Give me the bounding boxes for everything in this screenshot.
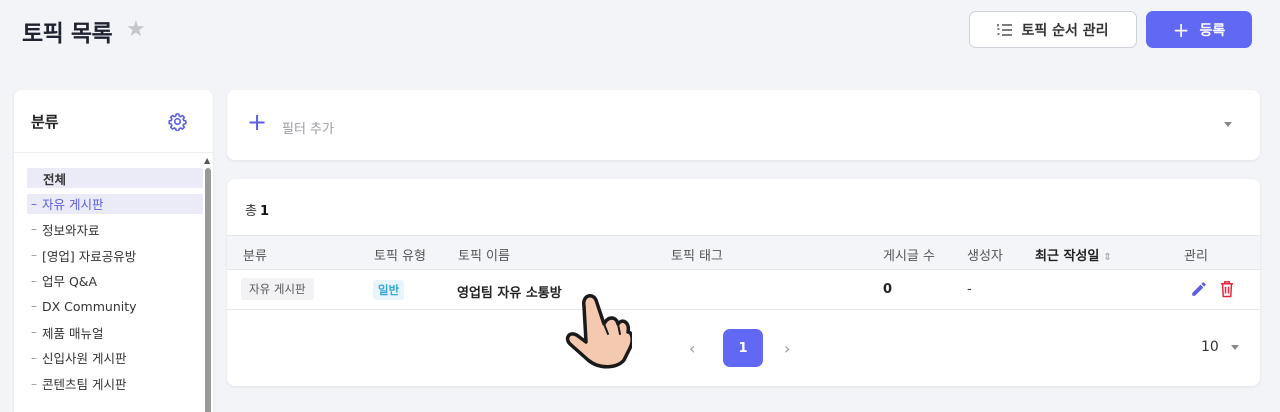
page-size-select[interactable]: 10 [1201, 339, 1239, 355]
delete-icon[interactable] [1219, 280, 1235, 298]
type-badge: 일반 [373, 280, 405, 300]
sidebar-item-sales-share[interactable]: – [영업] 자료공유방 [27, 245, 203, 265]
sidebar-item-label: DX Community [42, 298, 137, 314]
chevron-down-icon [1230, 344, 1239, 350]
list-order-icon [997, 23, 1013, 36]
gear-icon[interactable] [168, 112, 187, 131]
prev-page-icon[interactable]: ‹ [689, 339, 695, 358]
hand-pointer-icon [565, 294, 632, 369]
scroll-up-icon[interactable]: ▲ [204, 156, 210, 165]
add-filter-icon[interactable]: + [247, 110, 267, 134]
sidebar-header: 분류 [14, 90, 213, 153]
sidebar-item-all[interactable]: 전체 [27, 168, 203, 188]
column-category: 분류 [243, 249, 267, 264]
sidebar-item-free-board[interactable]: – 자유 게시판 [27, 193, 203, 214]
sidebar-item-label: 전체 [43, 171, 67, 187]
sidebar-item-qna[interactable]: – 업무 Q&A [27, 271, 203, 291]
topic-order-button[interactable]: 토픽 순서 관리 [969, 11, 1137, 48]
sidebar-title: 분류 [31, 112, 59, 131]
next-page-icon[interactable]: › [784, 339, 790, 358]
sidebar-item-manual[interactable]: – 제품 매뉴얼 [27, 322, 203, 342]
column-manage: 관리 [1184, 249, 1208, 264]
add-button[interactable]: + 등록 [1146, 11, 1252, 48]
sidebar-item-label: [영업] 자료공유방 [42, 248, 137, 264]
filter-panel: + 필터 추가 [227, 90, 1260, 160]
sort-icon[interactable]: ⇕ [1103, 252, 1111, 263]
table-header: 분류 토픽 유형 토픽 이름 토픽 태그 게시글 수 생성자 최근 작성일 ⇕ 관… [227, 235, 1260, 270]
sidebar-item-newcomer[interactable]: – 신입사원 게시판 [27, 348, 203, 368]
topic-table-panel: 총1 분류 토픽 유형 토픽 이름 토픽 태그 게시글 수 생성자 최근 작성일… [227, 179, 1260, 386]
sidebar-scrollbar[interactable]: ▲ [203, 155, 213, 412]
sidebar-item-dx-community[interactable]: – DX Community [27, 296, 203, 316]
column-type: 토픽 유형 [374, 249, 426, 264]
column-last-posted[interactable]: 최근 작성일 ⇕ [1035, 245, 1112, 264]
category-chip: 자유 게시판 [241, 278, 314, 300]
sidebar-item-label: 콘텐츠팀 게시판 [42, 377, 127, 392]
topic-order-label: 토픽 순서 관리 [1021, 22, 1109, 39]
sidebar-item-content-team[interactable]: – 콘텐츠팀 게시판 [27, 374, 203, 394]
scroll-thumb[interactable] [205, 168, 211, 412]
column-creator: 생성자 [967, 249, 1003, 264]
category-list: 전체 – 자유 게시판 – 정보와자료 – [영업] 자료공유방 – 업무 Q&… [27, 168, 203, 399]
category-sidebar: 분류 전체 – 자유 게시판 – 정보와자료 – [영업] 자료공유방 – 업무… [14, 90, 213, 412]
column-tags: 토픽 태그 [671, 249, 723, 264]
sidebar-item-label: 정보와자료 [42, 222, 100, 238]
creator: - [967, 282, 972, 297]
edit-icon[interactable] [1190, 280, 1208, 298]
sidebar-item-info[interactable]: – 정보와자료 [27, 219, 203, 239]
column-name: 토픽 이름 [458, 249, 510, 264]
sidebar-item-label: 신입사원 게시판 [42, 351, 127, 367]
column-post-count: 게시글 수 [883, 249, 935, 264]
add-button-label: 등록 [1199, 22, 1226, 39]
star-icon[interactable]: ★ [126, 19, 146, 41]
total-count: 총1 [245, 204, 270, 219]
topic-name[interactable]: 영업팀 자유 소통방 [457, 282, 562, 301]
post-count: 0 [883, 282, 893, 297]
chevron-down-icon[interactable] [1224, 122, 1232, 127]
table-row[interactable]: 자유 게시판 일반 영업팀 자유 소통방 0 - [227, 270, 1260, 310]
page-title: 토픽 목록 [22, 21, 113, 47]
sidebar-item-label: 업무 Q&A [42, 274, 98, 290]
plus-icon: + [1172, 17, 1190, 42]
add-filter-label[interactable]: 필터 추가 [282, 118, 334, 137]
current-page-button[interactable]: 1 [723, 329, 763, 367]
sidebar-item-label: 제품 매뉴얼 [42, 325, 104, 341]
sidebar-item-label: 자유 게시판 [42, 197, 104, 213]
